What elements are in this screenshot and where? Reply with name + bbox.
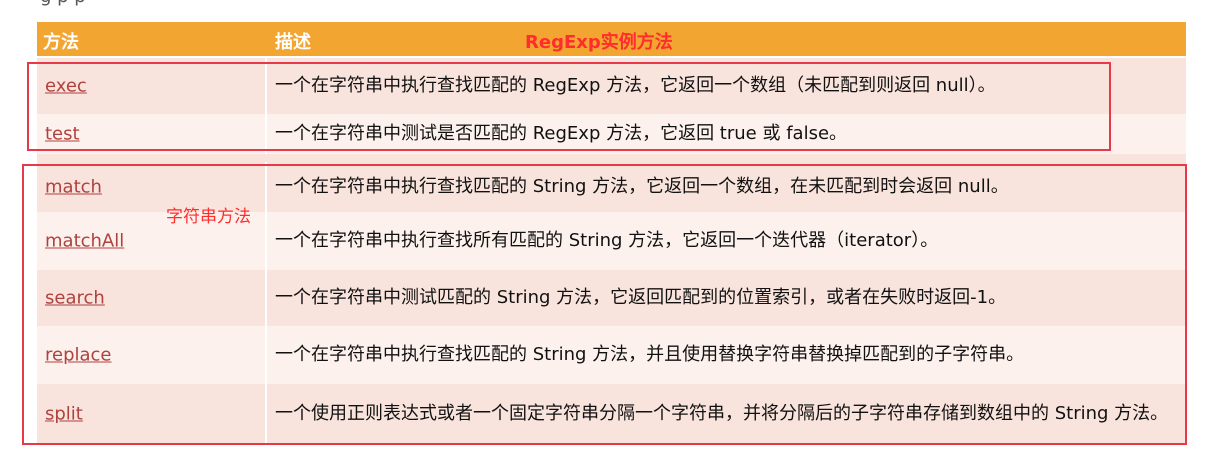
table-row-split: split 一个使用正则表达式或者一个固定字符串分隔一个字符串，并将分隔后的子字…	[37, 384, 1186, 445]
cropped-intro-text: g p p	[40, 0, 940, 8]
method-description: 一个在字符串中执行查找匹配的 String 方法，它返回一个数组，在未匹配到时会…	[275, 176, 1009, 197]
column-divider	[265, 58, 267, 114]
regexp-methods-annotation: RegExp实例方法	[525, 32, 673, 53]
column-divider	[265, 162, 267, 212]
table-row-replace: replace 一个在字符串中执行查找匹配的 String 方法，并且使用替换字…	[37, 326, 1186, 385]
method-description: 一个在字符串中执行查找所有匹配的 String 方法，它返回一个迭代器（iter…	[275, 230, 939, 251]
method-link-replace[interactable]: replace	[45, 345, 112, 366]
method-description: 一个在字符串中测试是否匹配的 RegExp 方法，它返回 true 或 fals…	[275, 123, 848, 144]
column-divider	[265, 270, 267, 326]
table-row-exec: exec 一个在字符串中执行查找匹配的 RegExp 方法，它返回一个数组（未匹…	[37, 58, 1186, 115]
column-divider	[265, 114, 267, 154]
method-description: 一个在字符串中执行查找匹配的 RegExp 方法，它返回一个数组（未匹配到则返回…	[275, 75, 996, 96]
header-method: 方法	[43, 32, 79, 53]
table-header: 方法 描述 RegExp实例方法	[37, 22, 1186, 56]
table-row-test: test 一个在字符串中测试是否匹配的 RegExp 方法，它返回 true 或…	[37, 114, 1186, 155]
column-divider	[265, 212, 267, 270]
method-description: 一个在字符串中测试匹配的 String 方法，它返回匹配到的位置索引，或者在失败…	[275, 287, 1007, 308]
column-divider	[265, 326, 267, 384]
method-link-test[interactable]: test	[45, 124, 80, 145]
column-divider	[265, 384, 267, 444]
method-description: 一个在字符串中执行查找匹配的 String 方法，并且使用替换字符串替换掉匹配到…	[275, 344, 1025, 365]
method-link-search[interactable]: search	[45, 288, 105, 309]
method-link-exec[interactable]: exec	[45, 76, 87, 97]
header-description: 描述	[275, 32, 311, 53]
method-link-split[interactable]: split	[45, 404, 83, 425]
method-description: 一个使用正则表达式或者一个固定字符串分隔一个字符串，并将分隔后的子字符串存储到数…	[275, 403, 1169, 424]
table-row-search: search 一个在字符串中测试匹配的 String 方法，它返回匹配到的位置索…	[37, 270, 1186, 327]
method-link-matchall[interactable]: matchAll	[45, 231, 124, 252]
method-link-match[interactable]: match	[45, 177, 102, 198]
string-methods-annotation: 字符串方法	[166, 207, 251, 227]
